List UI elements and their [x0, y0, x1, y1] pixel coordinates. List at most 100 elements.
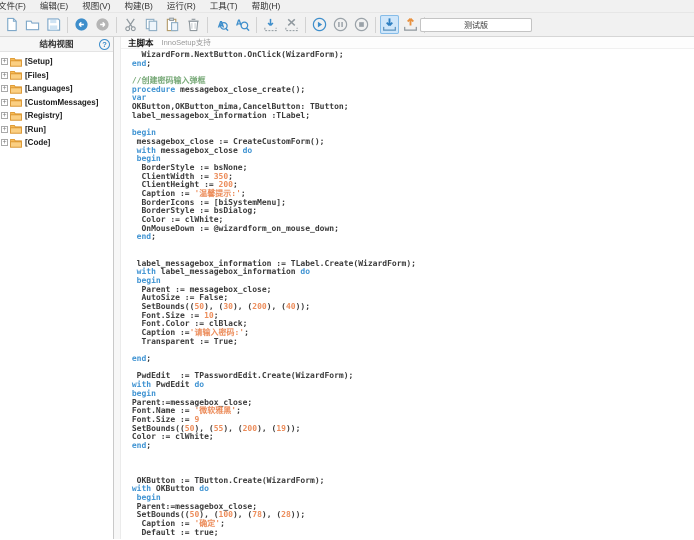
code-line: WizardForm.NextButton.OnClick(WizardForm… — [127, 50, 344, 59]
menu-run[interactable]: 运行(R) — [160, 0, 203, 13]
tree-item-files[interactable]: + [Files] — [0, 69, 113, 83]
expand-icon[interactable]: + — [1, 85, 8, 93]
export-button[interactable] — [401, 15, 420, 34]
folder-icon — [10, 57, 22, 67]
expand-icon[interactable]: + — [1, 98, 8, 106]
copy-button[interactable] — [142, 15, 161, 34]
structure-tree: + [Setup] + [Files] + [Languages] + [Cus… — [0, 52, 113, 150]
stop-icon — [354, 17, 369, 32]
tab-main-script[interactable]: 主脚本 — [128, 37, 154, 49]
forward-icon — [96, 18, 109, 31]
tree-item-label: [Registry] — [25, 111, 63, 121]
code-editor[interactable]: WizardForm.NextButton.OnClick(WizardForm… — [121, 49, 694, 539]
code-line: end; — [136, 232, 156, 242]
forward-button[interactable] — [93, 15, 112, 34]
compile-icon — [383, 18, 396, 31]
pause-icon — [333, 17, 348, 32]
new-file-icon — [7, 17, 17, 32]
tree-item-label: [Run] — [25, 124, 46, 134]
toolbar-separator — [375, 16, 376, 33]
run-button[interactable] — [310, 15, 329, 34]
expand-icon[interactable]: + — [1, 58, 8, 66]
discard-close-button[interactable] — [282, 15, 301, 34]
code-line: Transparent := True; — [127, 336, 238, 346]
toolbar-separator — [116, 16, 117, 33]
export-up-icon — [404, 18, 417, 31]
folder-icon — [10, 125, 22, 134]
tab-innosetup-support[interactable]: InnoSetup支持 — [162, 37, 211, 48]
save-button[interactable] — [44, 15, 63, 34]
toolbar-separator — [256, 16, 257, 33]
back-button[interactable] — [72, 15, 91, 34]
folder-icon — [10, 111, 22, 121]
stop-button[interactable] — [352, 15, 371, 34]
code-line: with label_messagebox_information do — [136, 267, 311, 277]
code-line: Color := clWhite; — [127, 432, 214, 442]
cut-button[interactable] — [121, 15, 140, 34]
test-version-button[interactable]: 测试版 — [420, 18, 532, 32]
new-file-button[interactable] — [2, 15, 21, 34]
structure-sidebar: 结构视图 ? + [Setup] + [Files] + [Languages]… — [0, 37, 114, 539]
back-icon — [75, 18, 88, 31]
sidebar-title: 结构视图 — [39, 39, 74, 49]
editor-tabstrip: 主脚本 InnoSetup支持 — [121, 37, 694, 49]
menu-build[interactable]: 构建(B) — [118, 0, 160, 13]
code-line: end; — [131, 354, 152, 364]
tree-item-label: [Languages] — [25, 84, 73, 94]
tree-item-label: [Setup] — [25, 57, 53, 67]
menu-tools[interactable]: 工具(T) — [203, 0, 245, 13]
code-line: end; — [131, 440, 152, 450]
menu-file[interactable]: 文件(F) — [0, 0, 33, 13]
pause-button[interactable] — [331, 15, 350, 34]
toolbar-separator — [207, 16, 208, 33]
sidebar-help-icon[interactable]: ? — [99, 39, 110, 50]
menu-view[interactable]: 视图(V) — [75, 0, 117, 13]
save-close-button[interactable] — [261, 15, 280, 34]
tree-item-registry[interactable]: + [Registry] — [0, 109, 113, 123]
folder-icon — [10, 71, 22, 80]
delete-button[interactable] — [184, 15, 203, 34]
find-button[interactable]: A — [212, 15, 231, 34]
code-line: Default := true; — [127, 527, 219, 537]
replace-button[interactable]: A — [233, 15, 252, 34]
open-folder-button[interactable] — [23, 15, 42, 34]
tree-item-label: [Code] — [25, 138, 51, 148]
code-line: with OKButton do — [131, 484, 209, 494]
folder-icon — [10, 138, 22, 148]
open-folder-icon — [25, 20, 40, 31]
code-line: with PwdEdit do — [131, 380, 205, 390]
compile-button[interactable] — [380, 15, 399, 34]
tree-item-code[interactable]: + [Code] — [0, 136, 113, 150]
replace-icon: A — [236, 18, 250, 32]
tree-item-custommessages[interactable]: + [CustomMessages] — [0, 96, 113, 110]
code-line: label_messagebox_information :TLabel; — [127, 110, 311, 120]
find-icon: A — [218, 19, 229, 32]
editor-gutter — [114, 37, 121, 539]
expand-icon[interactable]: + — [1, 139, 8, 147]
expand-icon[interactable]: + — [1, 125, 8, 133]
code-line: with messagebox_close do — [136, 145, 253, 155]
tree-item-label: [Files] — [25, 70, 49, 80]
sidebar-header: 结构视图 ? — [0, 37, 113, 52]
paste-button[interactable] — [163, 15, 182, 34]
paste-icon — [166, 17, 179, 32]
toolbar-separator — [305, 16, 306, 33]
save-close-x-icon — [285, 18, 298, 32]
menu-edit[interactable]: 编辑(E) — [33, 0, 75, 13]
tree-item-setup[interactable]: + [Setup] — [0, 55, 113, 69]
code-line: Font.Name := '微软雅黑'; — [127, 406, 241, 416]
trash-icon — [188, 18, 199, 32]
tree-item-run[interactable]: + [Run] — [0, 123, 113, 137]
code-line: OKButton := TButton.Create(WizardForm); — [127, 475, 325, 485]
expand-icon[interactable]: + — [1, 112, 8, 120]
tree-item-languages[interactable]: + [Languages] — [0, 82, 113, 96]
folder-icon — [10, 84, 22, 94]
expand-icon[interactable]: + — [1, 71, 8, 79]
menu-help[interactable]: 帮助(H) — [245, 0, 288, 13]
cut-icon — [125, 18, 136, 32]
